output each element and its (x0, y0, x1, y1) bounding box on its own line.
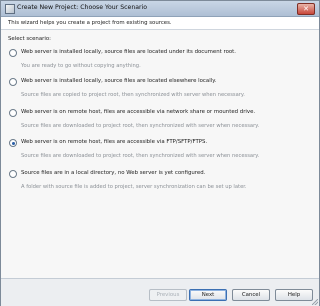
wizard-window: Create New Project: Choose Your Scenario… (0, 0, 320, 306)
header-description: This wizard helps you create a project f… (8, 19, 172, 26)
scenario-radio-3[interactable] (9, 109, 17, 117)
scenario-option-label[interactable]: Web server is installed locally, source … (21, 49, 236, 55)
scenario-radio-4[interactable] (9, 139, 17, 147)
wizard-footer: Previous Next Cancel Help (1, 278, 319, 306)
title-bar: Create New Project: Choose Your Scenario… (1, 1, 319, 17)
scenario-option-description: You are ready to go without copying anyt… (21, 63, 141, 69)
scenario-option-description: A folder with source file is added to pr… (21, 184, 247, 190)
scenario-option-4[interactable]: Web server is on remote host, files are … (1, 139, 319, 165)
window-icon (5, 4, 15, 14)
scenario-option-1[interactable]: Web server is installed locally, source … (1, 49, 319, 75)
scenario-panel: Select scenario: Web server is installed… (1, 30, 319, 278)
close-button[interactable]: ✕ (297, 3, 315, 15)
scenario-option-description: Source files are downloaded to project r… (21, 123, 260, 129)
scenario-option-3[interactable]: Web server is on remote host, files are … (1, 109, 319, 135)
scenario-radio-1[interactable] (9, 49, 17, 57)
scenario-radio-5[interactable] (9, 170, 17, 178)
scenario-option-description: Source files are downloaded to project r… (21, 153, 260, 159)
scenario-option-label[interactable]: Web server is installed locally, source … (21, 78, 216, 84)
scenario-radio-2[interactable] (9, 78, 17, 86)
wizard-header: This wizard helps you create a project f… (1, 17, 319, 30)
help-button[interactable]: Help (275, 289, 313, 301)
next-button[interactable]: Next (189, 289, 227, 301)
scenario-option-label[interactable]: Web server is on remote host, files are … (21, 139, 207, 145)
scenario-option-5[interactable]: Source files are in a local directory, n… (1, 170, 319, 196)
select-scenario-label: Select scenario: (8, 36, 51, 42)
scenario-option-2[interactable]: Web server is installed locally, source … (1, 78, 319, 104)
scenario-option-description: Source files are copied to project root,… (21, 92, 245, 98)
scenario-option-label[interactable]: Web server is on remote host, files are … (21, 109, 255, 115)
scenario-option-label[interactable]: Source files are in a local directory, n… (21, 170, 205, 176)
cancel-button[interactable]: Cancel (232, 289, 270, 301)
window-title: Create New Project: Choose Your Scenario (17, 4, 148, 11)
resize-grip[interactable] (312, 299, 318, 305)
previous-button[interactable]: Previous (149, 289, 187, 301)
